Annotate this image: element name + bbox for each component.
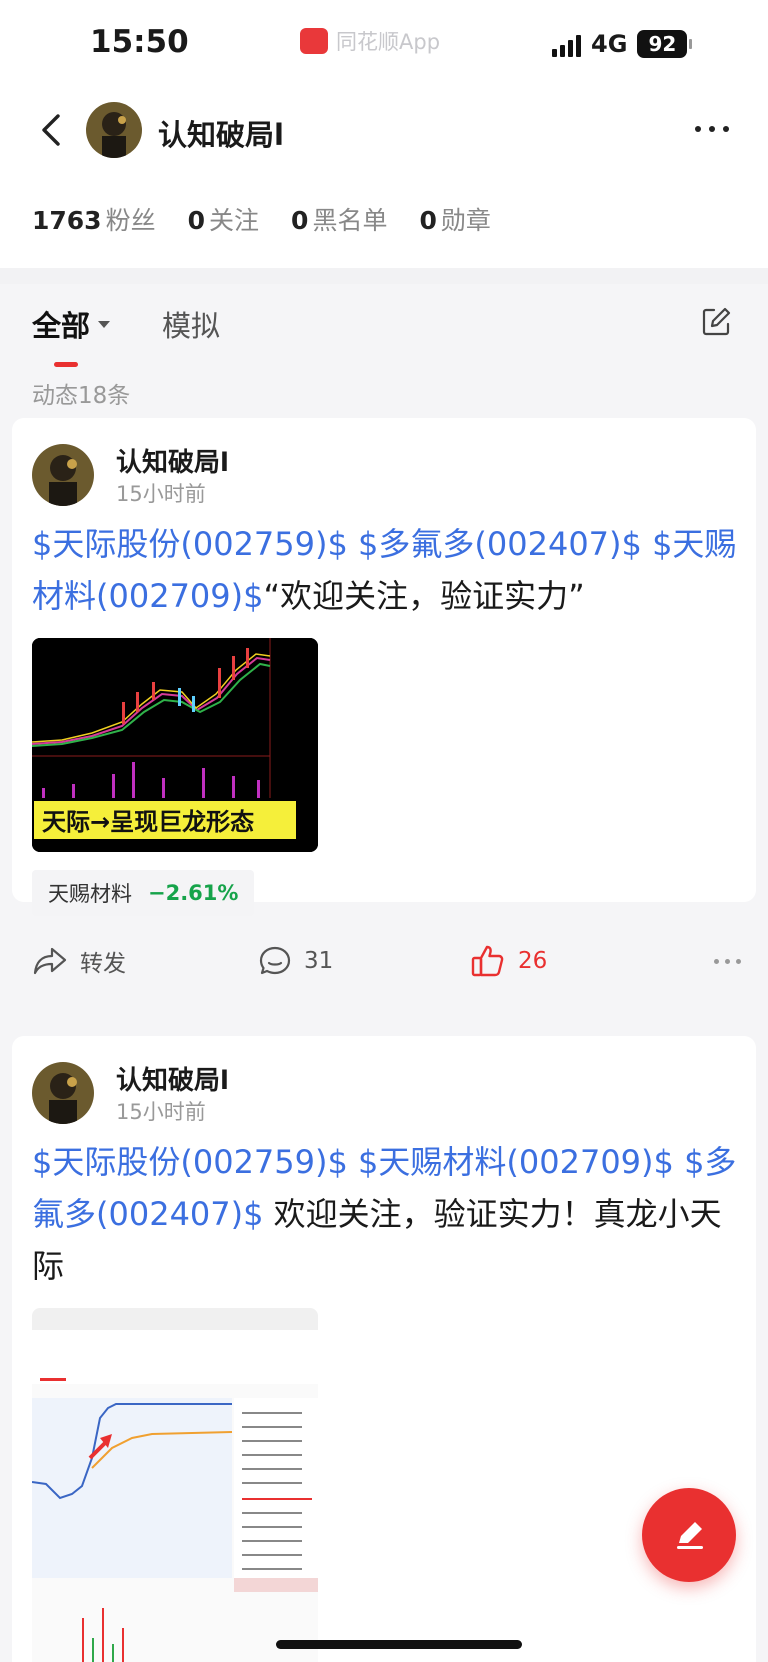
post-text: $天际股份(002759)$ $多氟多(002407)$ $天赐材料(00270…: [32, 518, 742, 622]
battery-icon: 92: [637, 30, 693, 58]
like-button[interactable]: 26: [470, 944, 710, 978]
stock-tag[interactable]: 天赐材料 −2.61%: [32, 870, 255, 916]
post-time: 15小时前: [116, 482, 206, 506]
share-icon: [33, 947, 67, 975]
tab-simulate[interactable]: 模拟: [162, 303, 220, 345]
compose-button[interactable]: [642, 1488, 736, 1582]
app-logo-icon: [300, 28, 328, 54]
stat-blacklist[interactable]: 0 黑名单: [291, 201, 387, 237]
post-body: “欢迎关注，验证实力”: [263, 577, 585, 615]
more-dot-icon: [695, 126, 701, 132]
signal-icon: [552, 31, 581, 57]
avatar[interactable]: [32, 1062, 94, 1124]
stock-link[interactable]: $天际股份(002759)$: [32, 525, 348, 563]
post-author[interactable]: 认知破局l: [116, 1060, 229, 1097]
back-to-app-indicator[interactable]: 同花顺App: [300, 26, 440, 56]
feed: 全部 模拟 动态18条 认知破局l 15小时前 $天际股份(002759)$ $…: [0, 284, 768, 1662]
stock-link[interactable]: $天赐材料(002709)$: [358, 1143, 674, 1181]
image-caption: 天际→呈现巨龙形态: [42, 808, 254, 836]
profile-name: 认知破局l: [158, 118, 284, 152]
post-author[interactable]: 认知破局l: [116, 442, 229, 479]
status-indicators: 4G 92: [552, 30, 693, 58]
post-time: 15小时前: [116, 1100, 206, 1124]
tab-all[interactable]: 全部: [32, 303, 111, 367]
post-actions: 转发 31 26: [32, 916, 742, 1006]
home-indicator[interactable]: [276, 1640, 522, 1649]
pencil-icon: [677, 1522, 703, 1549]
stat-medals[interactable]: 0 勋章: [419, 201, 490, 237]
status-time: 15:50: [90, 24, 189, 60]
post-image[interactable]: [32, 1308, 318, 1662]
post-more-button[interactable]: [714, 958, 741, 964]
comment-button[interactable]: 31: [258, 945, 470, 977]
post-card[interactable]: 认知破局l 15小时前 $天际股份(002759)$ $天赐材料(002709)…: [12, 1036, 756, 1662]
comment-icon: [259, 946, 291, 975]
nav-bar: 认知破局l: [0, 90, 768, 170]
edit-icon[interactable]: [700, 306, 732, 338]
avatar[interactable]: [32, 444, 94, 506]
stock-link[interactable]: $多氟多(002407)$: [358, 525, 642, 563]
network-type: 4G: [591, 30, 628, 58]
stat-followers[interactable]: 1763 粉丝: [32, 201, 156, 237]
stock-link[interactable]: $天际股份(002759)$: [32, 1143, 348, 1181]
status-bar: 15:50 同花顺App 4G 92: [0, 0, 768, 90]
post-image[interactable]: 天际→呈现巨龙形态: [32, 638, 318, 852]
back-button[interactable]: [30, 108, 74, 152]
share-button[interactable]: 转发: [32, 944, 258, 978]
post-text: $天际股份(002759)$ $天赐材料(002709)$ $多氟多(00240…: [32, 1136, 742, 1292]
stat-following[interactable]: 0 关注: [188, 201, 259, 237]
more-options-button[interactable]: [690, 114, 734, 144]
profile-stats: 1763 粉丝 0 关注 0 黑名单 0 勋章: [0, 170, 768, 268]
battery-level: 92: [637, 30, 688, 58]
post-card[interactable]: 认知破局l 15小时前 $天际股份(002759)$ $多氟多(002407)$…: [12, 418, 756, 977]
more-dot-icon: [714, 958, 719, 964]
avatar[interactable]: [86, 102, 142, 158]
feed-count: 动态18条: [32, 383, 131, 409]
thumbs-up-icon: [471, 945, 504, 977]
feed-tabs: 全部 模拟: [0, 284, 768, 367]
app-label: 同花顺App: [336, 30, 441, 54]
caret-down-icon: [98, 320, 111, 328]
chevron-left-icon: [42, 114, 60, 146]
